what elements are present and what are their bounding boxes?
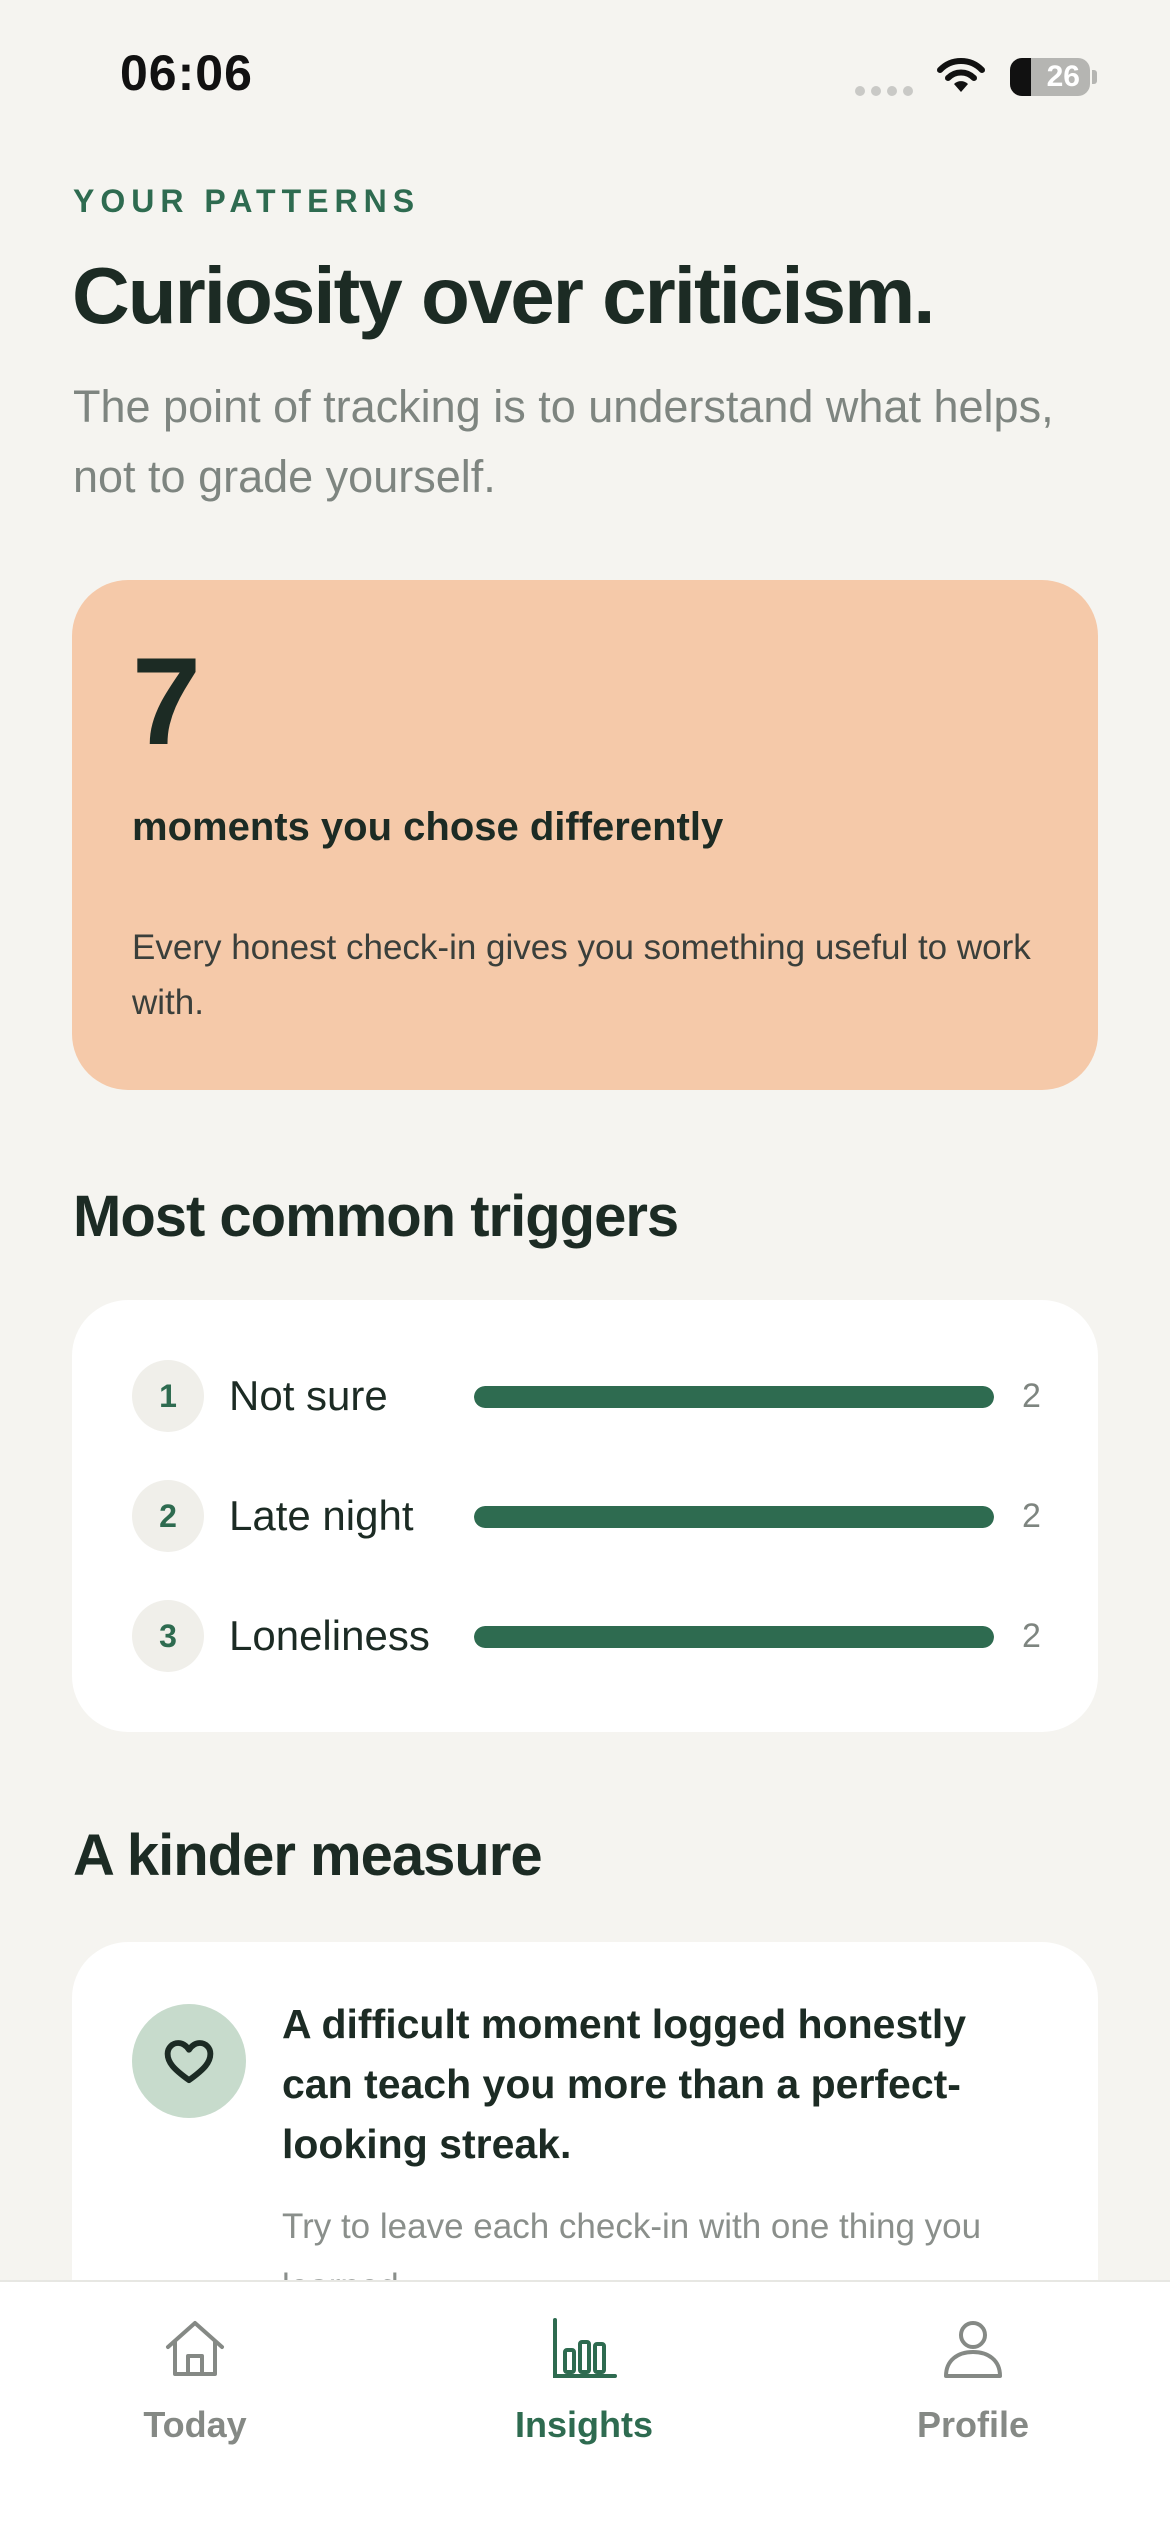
- trigger-count: 2: [1022, 1377, 1041, 1415]
- home-icon: [166, 2321, 224, 2376]
- moments-note: Every honest check-in gives you somethin…: [132, 928, 1031, 1022]
- trigger-row: 2 Late night 2: [132, 1480, 1052, 1552]
- kinder-message: A difficult moment logged honestly can t…: [282, 2001, 967, 2167]
- tab-bar: Today Insights Profile: [0, 2280, 1170, 2532]
- trigger-count: 2: [1022, 1617, 1041, 1655]
- trigger-bar-fill: [474, 1626, 994, 1648]
- battery-percent: 26: [1046, 60, 1080, 93]
- page-title: Curiosity over criticism.: [72, 251, 935, 340]
- moments-label: moments you chose differently: [132, 805, 724, 849]
- trigger-row: 3 Loneliness 2: [132, 1600, 1052, 1672]
- trigger-rank: 2: [132, 1480, 204, 1552]
- tab-label: Profile: [916, 2404, 1030, 2445]
- moments-count: 7: [132, 633, 201, 771]
- tab-profile[interactable]: Profile: [853, 2282, 1093, 2462]
- trigger-bar: [474, 1386, 994, 1408]
- battery-cap: [1092, 70, 1097, 84]
- trigger-name: Not sure: [229, 1372, 388, 1419]
- cellular-signal-icon: [855, 86, 913, 96]
- status-time: 06:06: [120, 45, 253, 101]
- tab-insights[interactable]: Insights: [464, 2282, 704, 2462]
- trigger-row: 1 Not sure 2: [132, 1360, 1052, 1432]
- trigger-rank: 3: [132, 1600, 204, 1672]
- bar-chart-icon: [553, 2318, 617, 2378]
- triggers-card: 1 Not sure 2 2 Late night 2 3 Loneliness…: [72, 1300, 1098, 1732]
- tab-label: Insights: [514, 2404, 653, 2445]
- tab-today[interactable]: Today: [75, 2282, 315, 2462]
- trigger-count: 2: [1022, 1497, 1041, 1535]
- person-icon: [944, 2321, 1002, 2378]
- section-eyebrow: YOUR PATTERNS: [73, 183, 421, 219]
- trigger-rank: 1: [132, 1360, 204, 1432]
- trigger-bar: [474, 1506, 994, 1528]
- page-subtitle: The point of tracking is to understand w…: [73, 381, 1054, 502]
- trigger-bar-fill: [474, 1386, 994, 1408]
- battery-indicator: 26: [1010, 58, 1090, 96]
- insights-screen: 06:06 26 YOUR PATTERNS Curiosity over cr…: [0, 0, 1170, 2532]
- heart-badge: [132, 2004, 246, 2118]
- kinder-section-title: A kinder measure: [73, 1823, 543, 1888]
- triggers-section-title: Most common triggers: [73, 1184, 679, 1249]
- status-bar: 06:06 26: [0, 0, 1170, 150]
- trigger-bar-fill: [474, 1506, 994, 1528]
- wifi-icon: [937, 58, 985, 92]
- trigger-name: Loneliness: [229, 1612, 430, 1659]
- trigger-name: Late night: [229, 1492, 414, 1539]
- tab-label: Today: [143, 2404, 247, 2445]
- moments-summary-card: 7 moments you chose differently Every ho…: [72, 580, 1098, 1090]
- trigger-bar: [474, 1626, 994, 1648]
- heart-icon: [164, 2040, 214, 2084]
